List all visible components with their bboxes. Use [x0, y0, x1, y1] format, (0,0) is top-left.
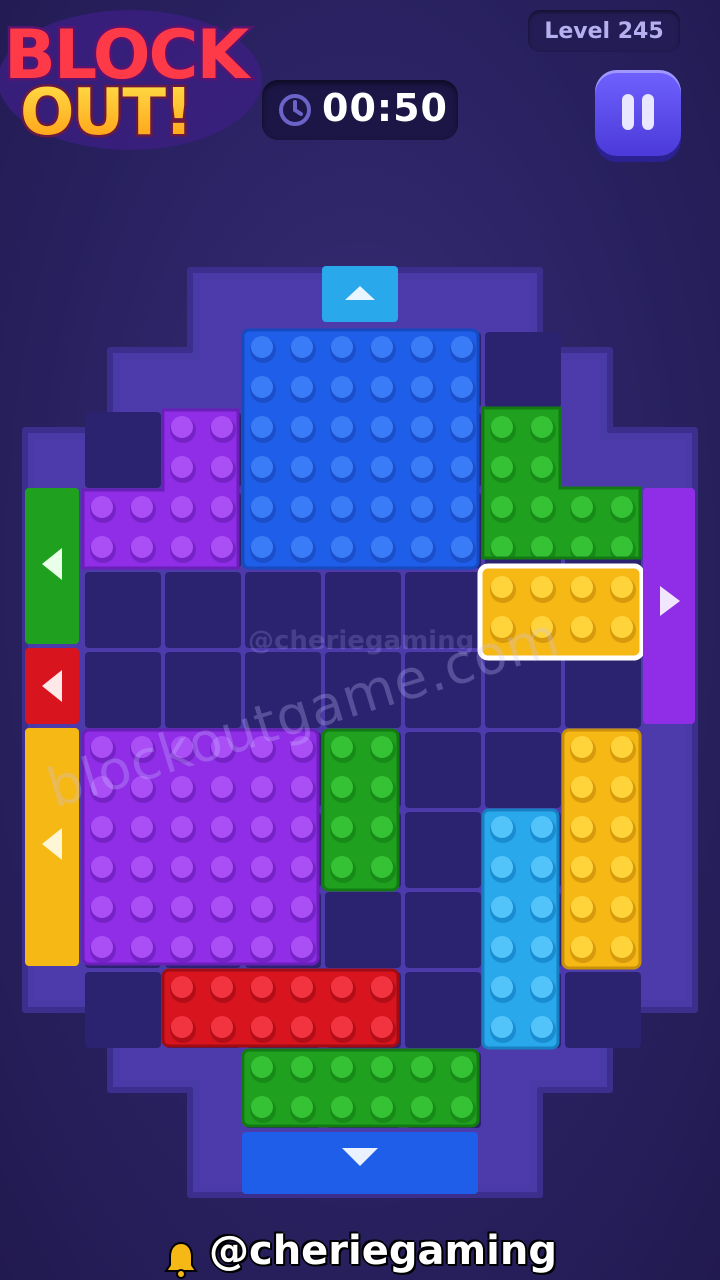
block-cyan-tall	[481, 808, 560, 1050]
grid-cell	[485, 732, 561, 808]
exit-bottom	[242, 1132, 478, 1194]
logo-line2: OUT!	[20, 76, 191, 150]
credit-footer: @cheriegaming	[0, 1228, 720, 1280]
grid-cell	[85, 412, 161, 488]
exit-left-green	[25, 488, 79, 644]
grid-cell	[485, 332, 561, 408]
grid-cell	[325, 892, 401, 968]
pause-button[interactable]	[595, 70, 681, 156]
exit-top	[322, 266, 398, 322]
block-green-small	[321, 728, 400, 892]
grid-cell	[405, 892, 481, 968]
grid-cell	[85, 652, 161, 728]
block-yellow-tall	[561, 728, 642, 970]
grid-cell	[565, 652, 641, 728]
grid-cell	[405, 972, 481, 1048]
grid-cell	[85, 972, 161, 1048]
timer: 00:50	[262, 80, 458, 140]
pause-icon	[622, 94, 634, 130]
clock-icon	[279, 94, 311, 126]
level-badge: Level 245	[528, 10, 680, 52]
block-blue-big	[241, 328, 480, 570]
exit-right	[643, 488, 695, 724]
grid-cell	[565, 972, 641, 1048]
block-red-long	[161, 968, 400, 1048]
grid-cell	[85, 572, 161, 648]
grid-cell	[165, 572, 241, 648]
exit-left-red	[25, 648, 79, 724]
game-logo: BLOCK OUT!	[0, 10, 262, 150]
bell-icon	[164, 1241, 198, 1279]
level-label: Level 245	[544, 18, 664, 44]
credit-handle: @cheriegaming	[208, 1228, 557, 1274]
block-green-bottom	[241, 1048, 480, 1128]
timer-value: 00:50	[322, 86, 448, 130]
grid-cell	[405, 812, 481, 888]
game-board	[22, 266, 698, 1198]
grid-cell	[405, 732, 481, 808]
